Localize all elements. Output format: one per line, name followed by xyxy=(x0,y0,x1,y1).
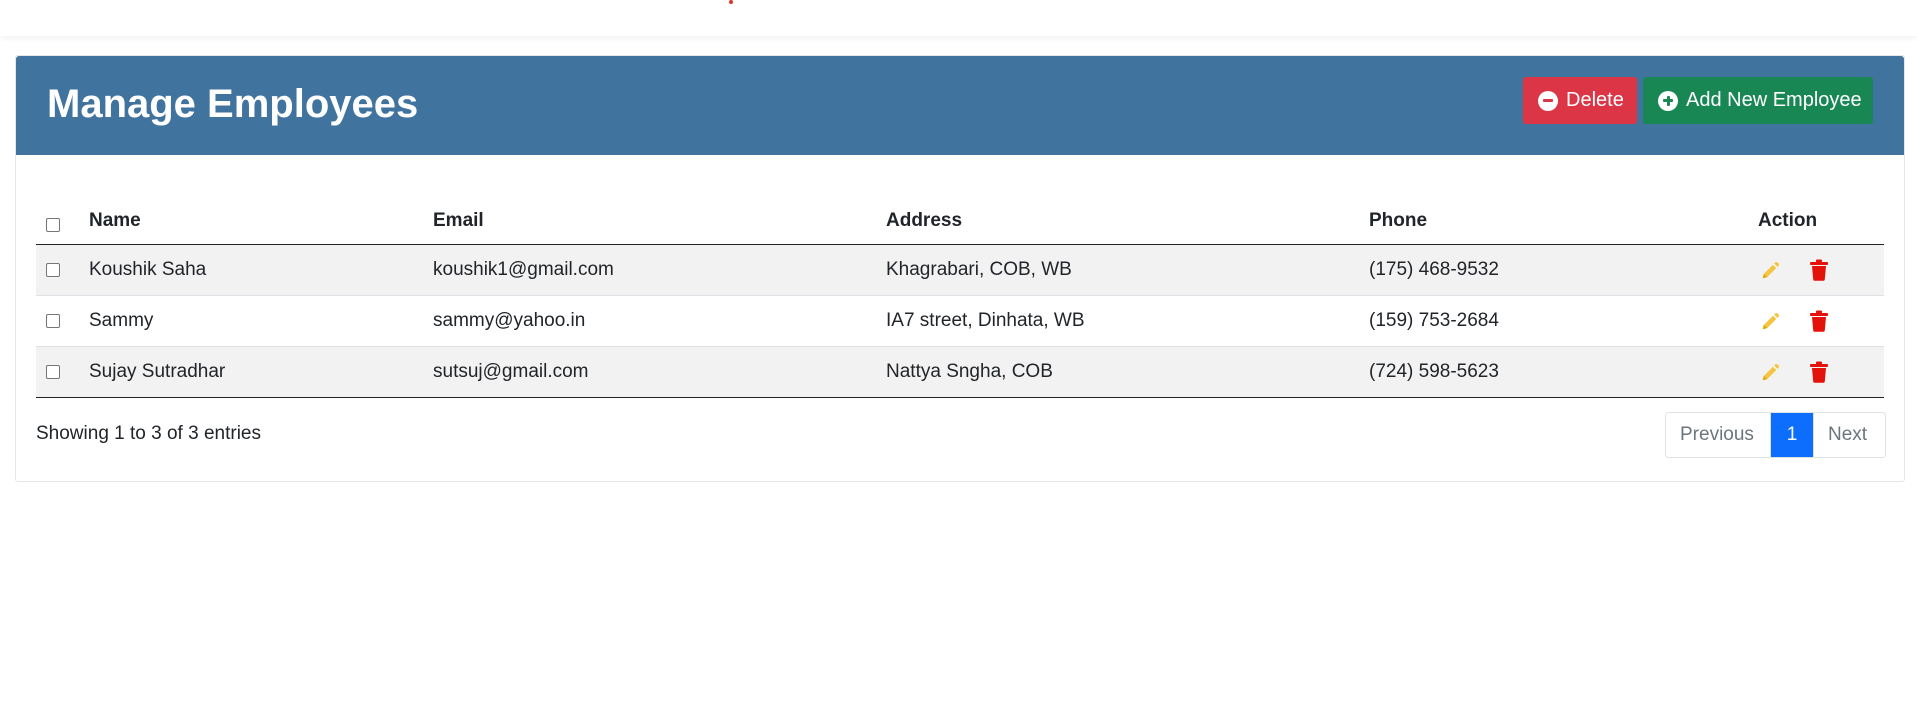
cell-name: Sammy xyxy=(89,310,154,331)
row-checkbox[interactable] xyxy=(46,263,60,277)
add-employee-button-label: Add New Employee xyxy=(1686,89,1862,111)
table-header-row: Name Email Address Phone Action xyxy=(36,199,1884,245)
cell-phone: (175) 468-9532 xyxy=(1369,259,1499,280)
pencil-icon[interactable] xyxy=(1758,308,1784,334)
table-row: Koushik Saha koushik1@gmail.com Khagraba… xyxy=(36,245,1884,296)
row-checkbox-cell xyxy=(46,245,60,295)
top-navbar xyxy=(0,0,1917,36)
add-employee-button[interactable]: Add New Employee xyxy=(1643,77,1873,124)
cell-address: Khagrabari, COB, WB xyxy=(886,259,1072,280)
pencil-icon[interactable] xyxy=(1758,257,1784,283)
column-header-name: Name xyxy=(89,210,141,231)
row-checkbox-cell xyxy=(46,347,60,397)
cell-name: Sujay Sutradhar xyxy=(89,361,226,382)
cell-address: IA7 street, Dinhata, WB xyxy=(886,310,1085,331)
cell-phone: (724) 598-5623 xyxy=(1369,361,1499,382)
select-all-checkbox[interactable] xyxy=(46,218,60,232)
table-row: Sujay Sutradhar sutsuj@gmail.com Nattya … xyxy=(36,347,1884,398)
red-dot-icon xyxy=(729,0,733,4)
row-checkbox[interactable] xyxy=(46,365,60,379)
plus-circle-icon xyxy=(1658,90,1678,111)
row-checkbox[interactable] xyxy=(46,314,60,328)
column-header-phone: Phone xyxy=(1369,210,1428,231)
card-header: Manage Employees Delete Add New Employee xyxy=(16,56,1904,155)
pagination: Previous 1 Next xyxy=(1665,412,1886,458)
minus-circle-icon xyxy=(1538,90,1558,111)
header-checkbox-cell xyxy=(46,199,60,244)
trash-icon[interactable] xyxy=(1806,359,1832,385)
column-header-action: Action xyxy=(1758,210,1818,231)
cell-email: koushik1@gmail.com xyxy=(433,259,614,280)
delete-button[interactable]: Delete xyxy=(1523,77,1637,124)
cell-actions xyxy=(1758,296,1848,346)
pagination-next[interactable]: Next xyxy=(1813,413,1885,457)
cell-actions xyxy=(1758,347,1848,397)
pagination-page-1[interactable]: 1 xyxy=(1771,413,1813,457)
page-title: Manage Employees xyxy=(47,82,419,126)
cell-email: sutsuj@gmail.com xyxy=(433,361,589,382)
entries-info: Showing 1 to 3 of 3 entries xyxy=(36,423,261,444)
trash-icon[interactable] xyxy=(1806,308,1832,334)
column-header-email: Email xyxy=(433,210,484,231)
cell-name: Koushik Saha xyxy=(89,259,207,280)
delete-button-label: Delete xyxy=(1566,89,1624,111)
column-header-address: Address xyxy=(886,210,963,231)
pagination-previous[interactable]: Previous xyxy=(1666,413,1771,457)
row-checkbox-cell xyxy=(46,296,60,346)
cell-phone: (159) 753-2684 xyxy=(1369,310,1499,331)
trash-icon[interactable] xyxy=(1806,257,1832,283)
table-row: Sammy sammy@yahoo.in IA7 street, Dinhata… xyxy=(36,296,1884,347)
cell-actions xyxy=(1758,245,1848,295)
cell-email: sammy@yahoo.in xyxy=(433,310,586,331)
pencil-icon[interactable] xyxy=(1758,359,1784,385)
cell-address: Nattya Sngha, COB xyxy=(886,361,1053,382)
